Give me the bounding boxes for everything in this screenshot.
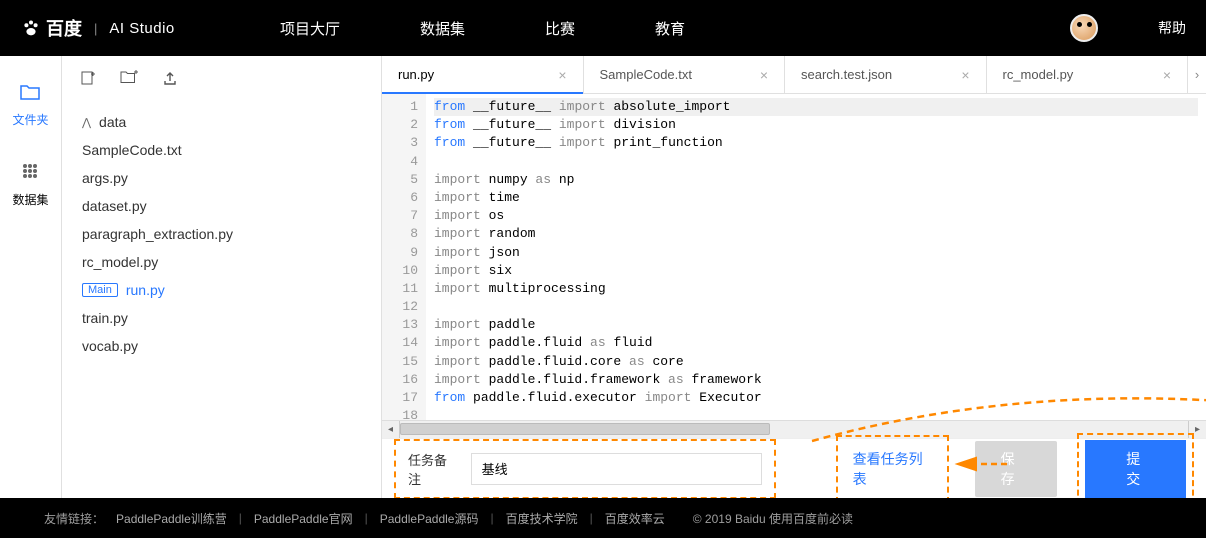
- caret-icon: ⋀: [82, 116, 91, 129]
- logo-sep: |: [94, 21, 97, 36]
- folder-label: data: [99, 114, 126, 130]
- close-icon[interactable]: ×: [558, 67, 566, 83]
- file-paragraph[interactable]: paragraph_extraction.py: [74, 220, 369, 248]
- footer-link-3[interactable]: 百度技术学院: [506, 510, 578, 527]
- line-gutter: 1234567891011121314151617181920▾21222324: [382, 94, 426, 420]
- file-sidebar: ⋀ data SampleCode.txt args.py dataset.py…: [62, 56, 382, 498]
- tab-searchtest[interactable]: search.test.json ×: [785, 56, 987, 93]
- footer-link-1[interactable]: PaddlePaddle官网: [254, 510, 353, 527]
- paw-icon: [20, 17, 42, 39]
- rail-files-label: 文件夹: [12, 111, 48, 128]
- code-editor[interactable]: 1234567891011121314151617181920▾21222324…: [382, 94, 1206, 420]
- tab-scroll-right[interactable]: ›: [1188, 56, 1206, 93]
- tab-rcmodel[interactable]: rc_model.py ×: [987, 56, 1189, 93]
- left-rail: 文件夹 数据集: [0, 56, 62, 498]
- main-nav: 项目大厅 数据集 比赛 教育: [280, 18, 685, 39]
- close-icon[interactable]: ×: [1163, 67, 1171, 83]
- action-bar: 任务备注 查看任务列表 保 存 提 交: [382, 438, 1206, 498]
- new-folder-icon[interactable]: [120, 70, 138, 90]
- rail-dataset-label: 数据集: [12, 191, 48, 208]
- sidebar-tools: [62, 56, 381, 104]
- rail-files[interactable]: 文件夹: [12, 84, 48, 128]
- tab-label: run.py: [398, 67, 434, 82]
- nav-datasets[interactable]: 数据集: [420, 18, 465, 39]
- footer-copyright: © 2019 Baidu 使用百度前必读: [693, 510, 853, 527]
- submit-button[interactable]: 提 交: [1085, 440, 1186, 498]
- baidu-text: 百度: [46, 15, 82, 41]
- avatar[interactable]: [1070, 14, 1098, 42]
- remark-callout: 任务备注: [394, 439, 776, 499]
- logo-area: 百度 | AI Studio: [20, 15, 280, 41]
- save-button[interactable]: 保 存: [975, 441, 1057, 497]
- rail-dataset[interactable]: 数据集: [12, 162, 48, 208]
- file-run[interactable]: Main run.py: [74, 276, 369, 304]
- ai-studio-text: AI Studio: [109, 20, 174, 37]
- footer-link-0[interactable]: PaddlePaddle训练营: [116, 510, 227, 527]
- upload-icon[interactable]: [162, 70, 178, 90]
- header-right: 帮助: [1070, 14, 1186, 42]
- tab-bar: run.py × SampleCode.txt × search.test.js…: [382, 56, 1206, 94]
- top-header: 百度 | AI Studio 项目大厅 数据集 比赛 教育 帮助: [0, 0, 1206, 56]
- baidu-logo[interactable]: 百度: [20, 15, 82, 41]
- tab-label: SampleCode.txt: [600, 67, 693, 82]
- editor-area: run.py × SampleCode.txt × search.test.js…: [382, 56, 1206, 498]
- file-rcmodel[interactable]: rc_model.py: [74, 248, 369, 276]
- code-content[interactable]: from __future__ import absolute_importfr…: [426, 94, 1206, 420]
- tab-samplecode[interactable]: SampleCode.txt ×: [584, 56, 786, 93]
- nav-education[interactable]: 教育: [655, 18, 685, 39]
- footer-link-2[interactable]: PaddlePaddle源码: [380, 510, 479, 527]
- close-icon[interactable]: ×: [961, 67, 969, 83]
- footer: 友情链接： PaddlePaddle训练营| PaddlePaddle官网| P…: [0, 498, 1206, 538]
- file-args[interactable]: args.py: [74, 164, 369, 192]
- scroll-left-icon[interactable]: ◂: [382, 421, 400, 438]
- file-dataset[interactable]: dataset.py: [74, 192, 369, 220]
- main-area: 文件夹 数据集 ⋀ data SampleCode.txt: [0, 56, 1206, 498]
- help-link[interactable]: 帮助: [1158, 18, 1186, 38]
- nav-projects[interactable]: 项目大厅: [280, 18, 340, 39]
- folder-icon: [20, 84, 40, 105]
- scroll-thumb[interactable]: [400, 423, 770, 435]
- file-train[interactable]: train.py: [74, 304, 369, 332]
- file-vocab[interactable]: vocab.py: [74, 332, 369, 360]
- main-file-label: run.py: [126, 282, 165, 298]
- footer-label: 友情链接：: [44, 510, 104, 527]
- new-file-icon[interactable]: [80, 70, 96, 90]
- file-samplecode[interactable]: SampleCode.txt: [74, 136, 369, 164]
- footer-link-4[interactable]: 百度效率云: [605, 510, 665, 527]
- remark-input[interactable]: [471, 453, 762, 485]
- remark-label: 任务备注: [408, 450, 457, 488]
- nav-competitions[interactable]: 比赛: [545, 18, 575, 39]
- file-tree: ⋀ data SampleCode.txt args.py dataset.py…: [62, 104, 381, 498]
- tab-label: search.test.json: [801, 67, 892, 82]
- view-tasks-link[interactable]: 查看任务列表: [836, 435, 949, 503]
- submit-callout: 提 交: [1077, 433, 1194, 505]
- folder-data[interactable]: ⋀ data: [74, 108, 369, 136]
- dataset-icon: [21, 162, 39, 185]
- close-icon[interactable]: ×: [760, 67, 768, 83]
- tab-run[interactable]: run.py ×: [382, 56, 584, 93]
- main-badge: Main: [82, 283, 118, 297]
- tab-label: rc_model.py: [1003, 67, 1074, 82]
